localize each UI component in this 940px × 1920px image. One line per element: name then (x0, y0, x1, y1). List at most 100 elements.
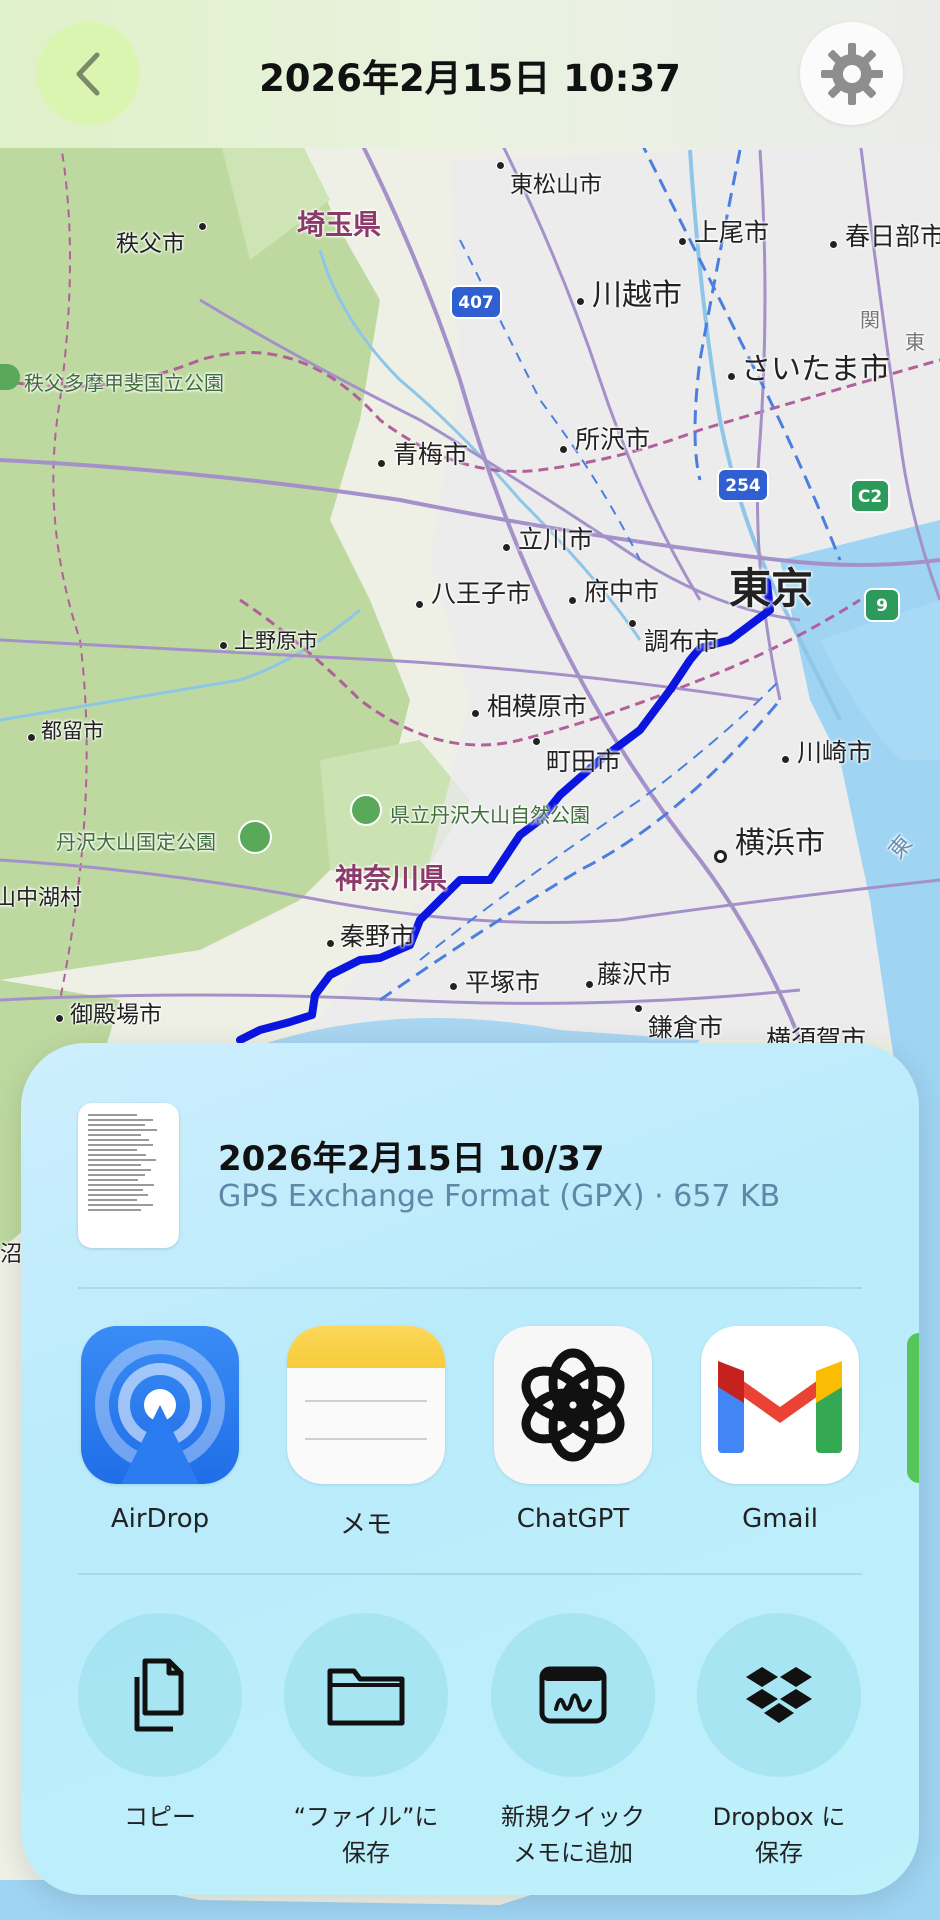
action-label: 新規クイック メモに追加 (501, 1803, 645, 1867)
map-label-prefecture: 埼玉県 (297, 208, 382, 241)
action-circle (697, 1613, 861, 1777)
copy-icon (134, 1658, 184, 1732)
gmail-icon (701, 1326, 859, 1484)
map-label-region: 沼 (0, 1242, 23, 1267)
divider (78, 1287, 862, 1289)
action-label: Dropbox に 保存 (712, 1803, 846, 1867)
action-circle (78, 1613, 242, 1777)
map-label-city: 御殿場市 (70, 1002, 162, 1028)
city-dot (634, 1004, 643, 1013)
city-dot (219, 641, 228, 650)
map-label-city: 上野原市 (234, 629, 318, 653)
map-label-park: 秩父多摩甲斐国立公園 (24, 371, 224, 395)
city-dot (449, 982, 458, 991)
file-thumbnail (78, 1103, 179, 1248)
app-label: Gmail (742, 1504, 818, 1534)
dropbox-icon (746, 1667, 812, 1723)
settings-button[interactable] (800, 22, 903, 125)
city-dot (377, 459, 386, 468)
app-label: メモ (339, 1510, 392, 1540)
map-label-city: 都留市 (41, 719, 104, 743)
city-dot (678, 237, 687, 246)
city-dot (781, 755, 790, 764)
route-shield: 9 (864, 588, 900, 622)
action-copy[interactable]: コピー (78, 1613, 242, 1835)
city-dot (496, 161, 505, 170)
action-label: コピー (124, 1803, 196, 1831)
map-label-city: 府中市 (584, 577, 660, 606)
app-label: ChatGPT (516, 1504, 630, 1534)
gear-icon (820, 42, 883, 105)
city-dot (628, 619, 637, 628)
share-app-airdrop[interactable]: AirDrop (81, 1326, 239, 1534)
airdrop-icon (81, 1326, 239, 1484)
next-app-peek[interactable] (907, 1333, 919, 1483)
city-dot (829, 240, 838, 249)
action-save-to-files[interactable]: “ファイル”に 保存 (284, 1613, 448, 1871)
route-shield: 254 (717, 468, 769, 502)
quick-note-icon (539, 1666, 607, 1724)
map-label-park: 県立丹沢大山自然公園 (390, 803, 590, 827)
city-dot (585, 980, 594, 989)
city-dot (727, 372, 736, 381)
park-icon (350, 794, 382, 826)
map-label-prefecture: 神奈川県 (335, 862, 448, 895)
map-label-city: 東松山市 (510, 172, 602, 198)
city-dot (415, 600, 424, 609)
map-label-city: さいたま市 (741, 352, 891, 387)
route-shield: 407 (450, 285, 502, 319)
map-label-region: 関 (860, 308, 880, 332)
notes-icon (287, 1326, 445, 1484)
city-dot (326, 939, 335, 948)
share-app-notes[interactable]: メモ (287, 1326, 445, 1541)
map-label-city: 相模原市 (487, 692, 588, 721)
map-label-city: 平塚市 (465, 968, 541, 997)
app-label: AirDrop (110, 1504, 210, 1534)
map-label-city: 川越市 (592, 278, 682, 313)
map-label-city: 町田市 (546, 747, 622, 776)
map-label-city: 所沢市 (575, 425, 651, 454)
map-label-park: 丹沢大山国定公園 (56, 830, 216, 854)
share-app-chatgpt[interactable]: ChatGPT (494, 1326, 652, 1534)
action-circle (284, 1613, 448, 1777)
city-dot (568, 596, 577, 605)
chatgpt-icon (494, 1326, 652, 1484)
city-dot (502, 543, 511, 552)
map-label-city: 秦野市 (340, 922, 416, 951)
city-dot (198, 222, 207, 231)
map-label-capital: 東京 (729, 564, 814, 613)
action-circle (491, 1613, 655, 1777)
city-dot (27, 733, 36, 742)
city-dot (55, 1014, 64, 1023)
map-label-city: 上尾市 (694, 218, 770, 247)
action-label: “ファイル”に 保存 (293, 1803, 439, 1867)
file-name: 2026年2月15日 10/37 (218, 1139, 605, 1179)
map-label-city: 春日部市 (845, 222, 940, 251)
map-label-city: 鎌倉市 (648, 1013, 724, 1042)
park-icon (238, 820, 272, 854)
map-label-city: 藤沢市 (597, 960, 673, 989)
action-add-quick-note[interactable]: 新規クイック メモに追加 (491, 1613, 655, 1871)
action-save-to-dropbox[interactable]: Dropbox に 保存 (697, 1613, 861, 1871)
share-sheet: 2026年2月15日 10/37 GPS Exchange Format (GP… (21, 1043, 919, 1895)
divider (78, 1573, 862, 1575)
page-title: 2026年2月15日 10:37 (259, 57, 681, 100)
city-dot (714, 850, 727, 863)
map-label-city: 立川市 (518, 525, 594, 554)
share-app-gmail[interactable]: Gmail (701, 1326, 859, 1534)
city-dot (471, 709, 480, 718)
map-label-city: 八王子市 (431, 579, 532, 608)
map-label-city: 調布市 (644, 627, 720, 656)
route-shield: C2 (850, 479, 890, 513)
map-label-city: 青梅市 (393, 440, 469, 469)
top-bar: 2026年2月15日 10:37 (0, 0, 940, 148)
map-label-city: 山中湖村 (0, 886, 83, 911)
map-label-city: 横浜市 (735, 826, 825, 861)
folder-icon (327, 1668, 405, 1726)
city-dot (559, 445, 568, 454)
city-dot (532, 737, 541, 746)
map-label-region: 東 (905, 330, 925, 354)
map-label-city: 川崎市 (797, 738, 873, 767)
file-metadata: GPS Exchange Format (GPX) · 657 KB (218, 1179, 781, 1214)
map-label-city: 秩父市 (116, 231, 185, 257)
